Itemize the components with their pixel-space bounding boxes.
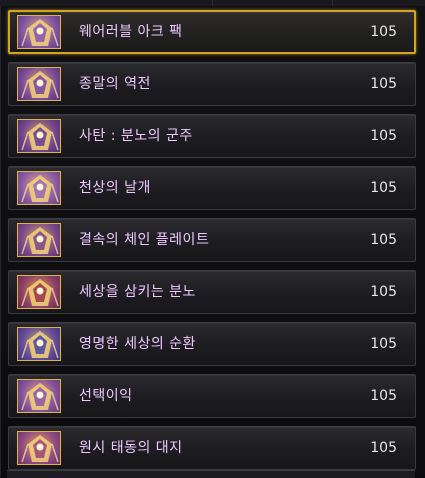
item-name: 선택이익 bbox=[79, 388, 133, 404]
list-item[interactable]: 영명한 세상의 순환 105 bbox=[8, 322, 416, 366]
list-item[interactable]: 종말의 역전 105 bbox=[8, 62, 416, 106]
item-level: 105 bbox=[370, 284, 397, 300]
equipment-list: 웨어러블 아크 팩 105 종말의 역전 105 사탄 : 분노의 군주 105 천상의 날… bbox=[0, 6, 425, 477]
armor-item-icon bbox=[17, 275, 61, 309]
item-level: 105 bbox=[370, 388, 397, 404]
armor-item-icon bbox=[17, 171, 61, 205]
item-level: 105 bbox=[370, 440, 397, 456]
armor-item-icon bbox=[17, 431, 61, 465]
list-item[interactable]: 선택이익 105 bbox=[8, 374, 416, 418]
item-level: 105 bbox=[370, 24, 397, 40]
item-name: 원시 태동의 대지 bbox=[79, 440, 183, 456]
list-item[interactable]: 세상을 삼키는 분노 105 bbox=[8, 270, 416, 314]
armor-item-icon bbox=[17, 327, 61, 361]
item-name: 종말의 역전 bbox=[79, 76, 151, 92]
item-level: 105 bbox=[370, 128, 397, 144]
item-level: 105 bbox=[370, 76, 397, 92]
list-item[interactable]: 천상의 날개 105 bbox=[8, 166, 416, 210]
item-name: 천상의 날개 bbox=[79, 180, 151, 196]
item-level: 105 bbox=[370, 232, 397, 248]
item-name: 영명한 세상의 순환 bbox=[79, 336, 196, 352]
armor-item-icon bbox=[17, 119, 61, 153]
list-item[interactable]: 결속의 체인 플레이트 105 bbox=[8, 218, 416, 262]
item-name: 웨어러블 아크 팩 bbox=[79, 24, 183, 40]
item-name: 세상을 삼키는 분노 bbox=[79, 284, 196, 300]
armor-item-icon bbox=[17, 15, 61, 49]
item-name: 결속의 체인 플레이트 bbox=[79, 232, 210, 248]
list-item[interactable]: 웨어러블 아크 팩 105 bbox=[8, 10, 416, 54]
armor-item-icon bbox=[17, 223, 61, 257]
item-level: 105 bbox=[370, 336, 397, 352]
list-item[interactable]: 원시 태동의 대지 105 bbox=[8, 426, 416, 470]
item-level: 105 bbox=[370, 180, 397, 196]
list-item[interactable]: 사탄 : 분노의 군주 105 bbox=[8, 114, 416, 158]
armor-item-icon bbox=[17, 67, 61, 101]
armor-item-icon bbox=[17, 379, 61, 413]
item-name: 사탄 : 분노의 군주 bbox=[79, 128, 193, 144]
